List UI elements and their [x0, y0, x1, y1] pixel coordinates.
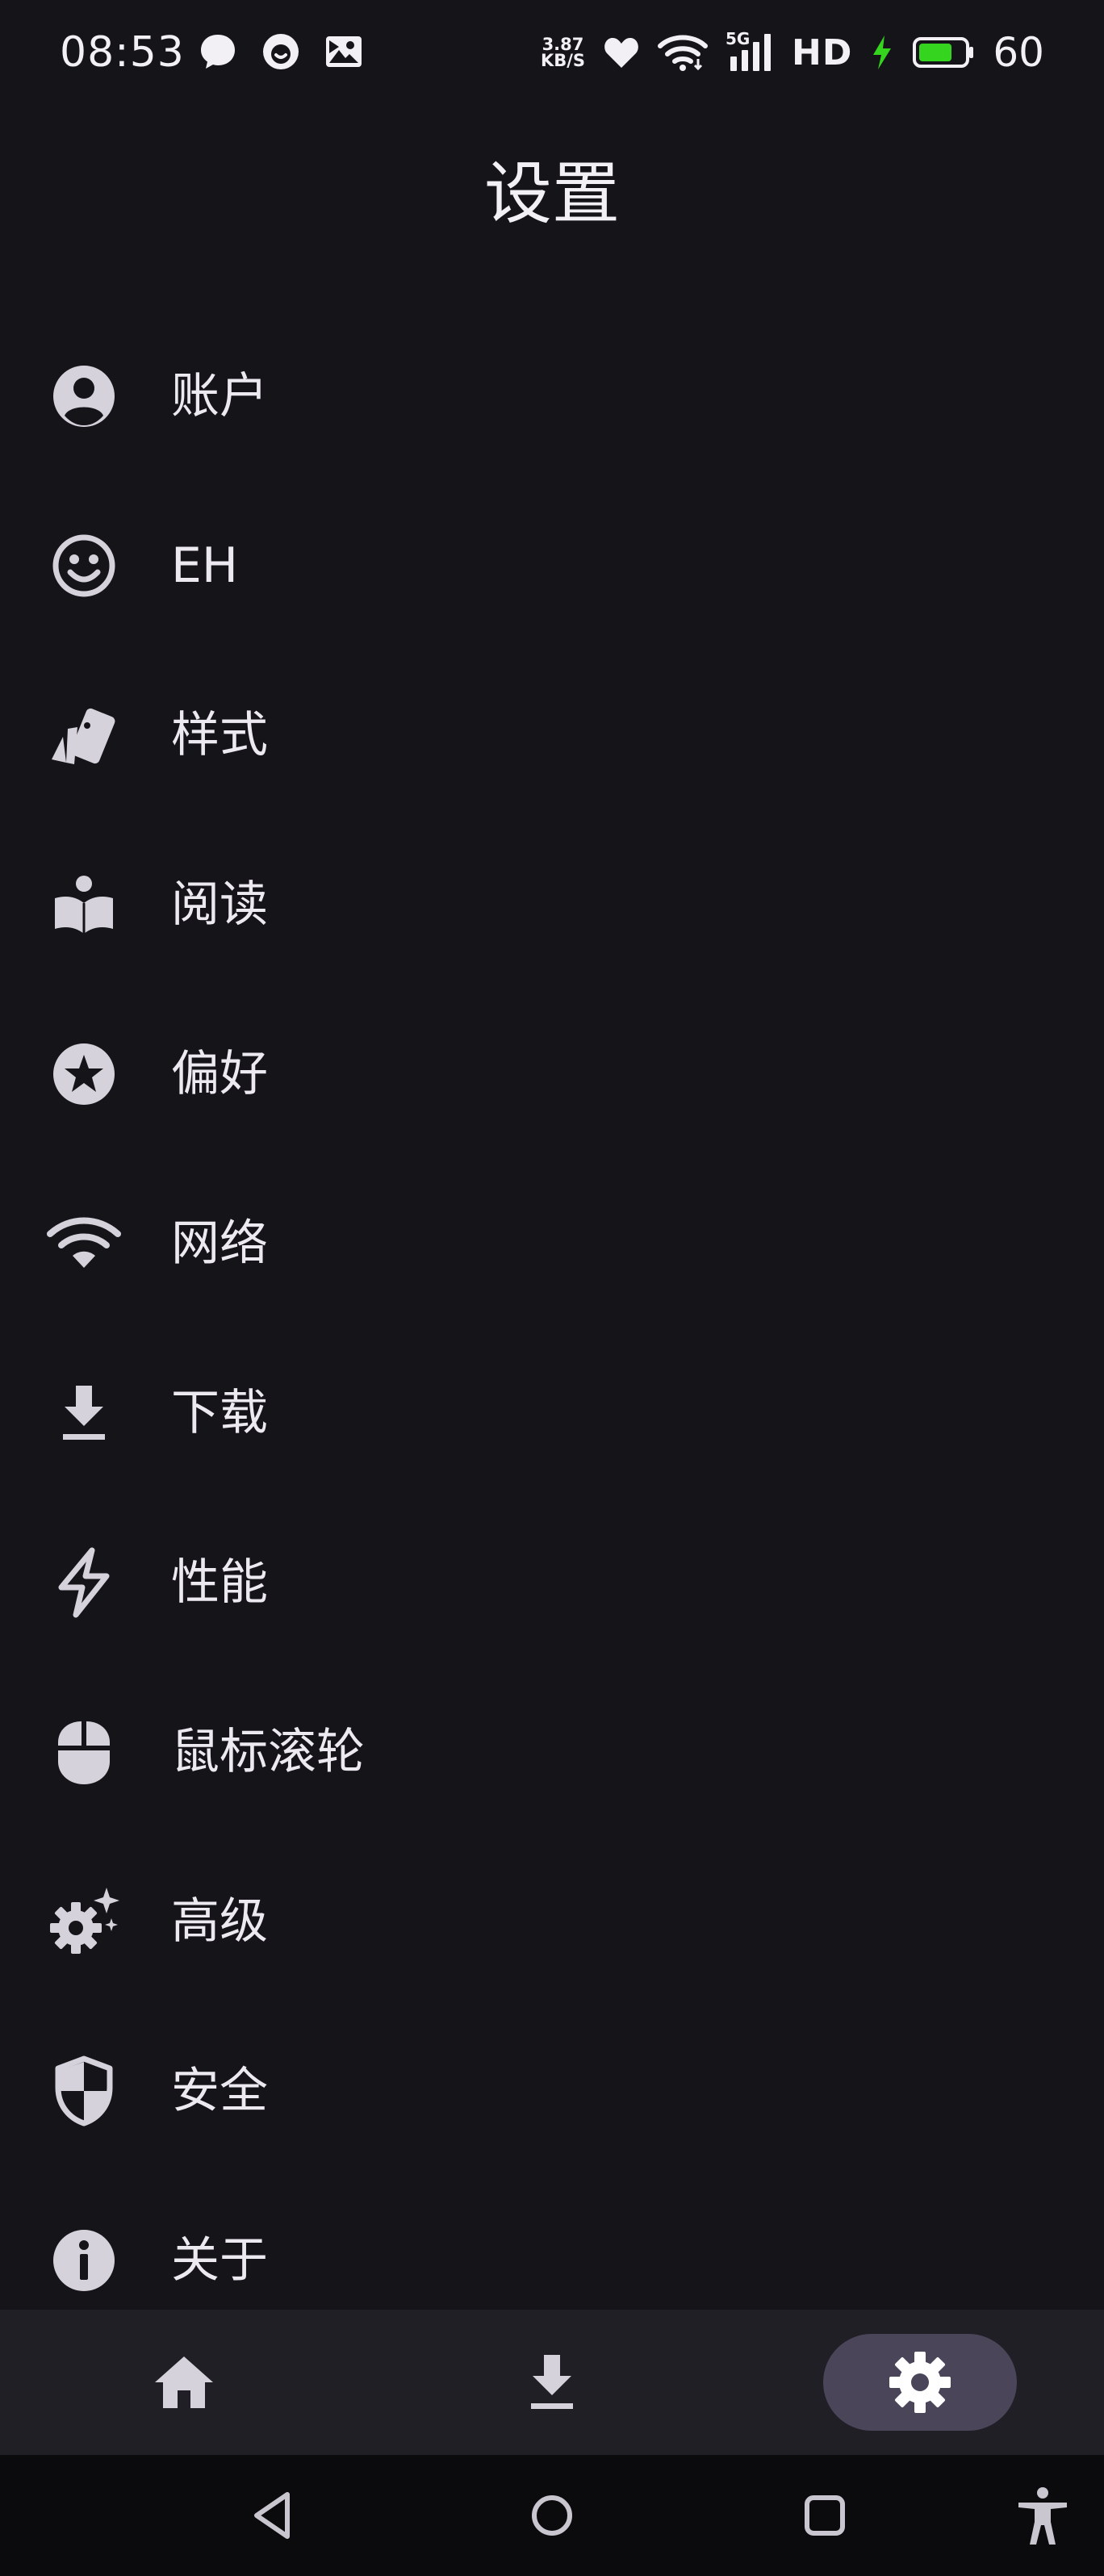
bottom-navigation [0, 2310, 1104, 2455]
notification-icons [197, 31, 365, 73]
shield-icon [55, 2055, 113, 2126]
charging-bolt-icon [873, 36, 892, 69]
page-title: 设置 [483, 154, 620, 233]
info-icon [53, 2230, 115, 2291]
system-navigation-bar [0, 2455, 1104, 2576]
wifi-icon [47, 1217, 121, 1268]
hd-badge: HD [792, 31, 853, 73]
battery-level: 60 [993, 29, 1044, 76]
mouse-icon [58, 1721, 110, 1784]
style-cards-icon [52, 708, 115, 764]
settings-list: 账户 EH 样式 阅读 偏好 网络 下载 性能 鼠标滚轮 高级 安全 关于 [0, 312, 1104, 2345]
back-triangle-icon[interactable] [242, 2483, 307, 2548]
settings-item-network[interactable]: 网络 [0, 1159, 1104, 1328]
settings-item-label: 阅读 [171, 876, 268, 933]
settings-item-account[interactable]: 账户 [0, 312, 1104, 481]
lightning-bolt-icon [58, 1547, 110, 1618]
battery-icon [913, 37, 974, 68]
download-icon [63, 1386, 105, 1440]
cell-signal: 5G [726, 29, 774, 73]
image-icon [326, 36, 362, 67]
settings-item-preferences[interactable]: 偏好 [0, 989, 1104, 1159]
network-speed-value: 3.87 [542, 35, 584, 54]
settings-item-label: 下载 [171, 1385, 268, 1441]
status-right-group: 3.87 KB/S 5G HD 60 [541, 24, 1044, 81]
settings-item-label: 性能 [171, 1554, 268, 1611]
home-circle-icon[interactable] [520, 2483, 584, 2548]
smiley-face-icon [52, 534, 115, 597]
accessibility-icon[interactable] [1010, 2483, 1075, 2548]
network-speed-unit: KB/S [540, 51, 586, 70]
download-icon [531, 2355, 573, 2409]
chat-bubble-icon [201, 35, 235, 69]
settings-item-performance[interactable]: 性能 [0, 1498, 1104, 1667]
settings-item-security[interactable]: 安全 [0, 2006, 1104, 2176]
settings-item-style[interactable]: 样式 [0, 650, 1104, 820]
account-circle-icon [53, 366, 115, 427]
home-icon [155, 2356, 213, 2408]
gear-sparkle-icon [50, 1888, 119, 1954]
settings-item-label: 账户 [171, 368, 268, 424]
settings-item-reading[interactable]: 阅读 [0, 820, 1104, 989]
network-speed: 3.87 KB/S [541, 36, 585, 69]
gear-icon [889, 2352, 951, 2413]
settings-item-label: 安全 [171, 2063, 268, 2119]
settings-item-label: 网络 [171, 1215, 268, 1272]
settings-item-advanced[interactable]: 高级 [0, 1837, 1104, 2006]
nav-download-button[interactable] [455, 2334, 649, 2431]
app-face-icon [263, 34, 299, 69]
settings-item-label: 样式 [171, 707, 268, 763]
settings-item-label: 关于 [171, 2232, 268, 2289]
signal-bars-icon [730, 34, 772, 71]
nav-settings-button[interactable] [823, 2334, 1017, 2431]
recents-square-icon[interactable] [792, 2483, 857, 2548]
nav-home-button[interactable] [87, 2334, 281, 2431]
settings-item-download[interactable]: 下载 [0, 1328, 1104, 1498]
settings-item-mouse-wheel[interactable]: 鼠标滚轮 [0, 1667, 1104, 1837]
heart-icon [604, 38, 638, 68]
settings-item-eh[interactable]: EH [0, 481, 1104, 650]
settings-item-label: 偏好 [171, 1046, 268, 1102]
status-bar: 08:53 3.87 KB/S 5G HD 60 [0, 0, 1104, 105]
settings-item-label: EH [171, 537, 239, 594]
settings-item-label: 高级 [171, 1893, 268, 1950]
star-circle-icon [53, 1043, 115, 1105]
wifi-status-icon [658, 35, 709, 71]
settings-item-label: 鼠标滚轮 [171, 1724, 365, 1780]
settings-screen: 08:53 3.87 KB/S 5G HD 60 设置 账户 EH 样式 阅读 … [0, 0, 1104, 2576]
reading-book-icon [55, 876, 113, 934]
status-time: 08:53 [60, 28, 185, 77]
